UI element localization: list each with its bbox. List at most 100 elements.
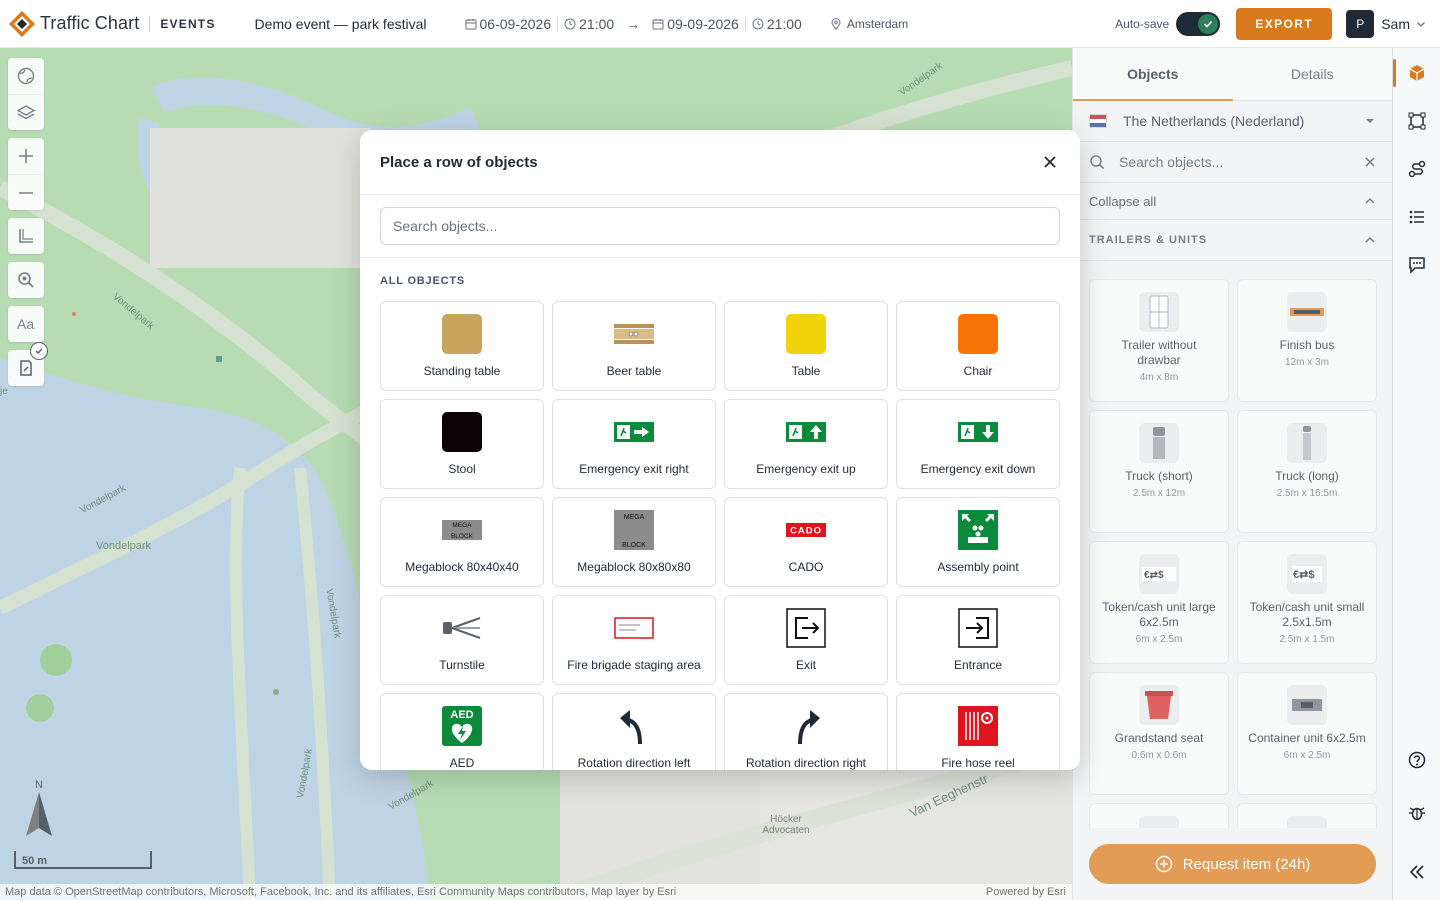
chair-icon [958,314,998,354]
object-label: Table [791,364,821,378]
aed-text: AED [450,709,473,721]
fire-brigade-staging-icon [614,608,654,648]
app-subtitle: EVENTS [160,16,216,31]
object-card[interactable]: MEGA BLOCK Megablock 80x80x80 [552,497,716,587]
object-card[interactable]: Emergency exit down [896,399,1060,489]
object-card[interactable]: Chair [896,301,1060,391]
object-card[interactable]: Turnstile [380,595,544,685]
clock-icon [752,18,764,29]
rail-objects-button[interactable] [1393,53,1440,93]
event-location[interactable]: Amsterdam [830,17,908,31]
rail-area-button[interactable] [1393,101,1440,141]
clock-icon [564,18,576,29]
emergency-exit-right-icon [614,412,654,452]
object-card[interactable]: Rotation direction left [552,693,716,770]
search-input[interactable] [380,207,1060,245]
section-label: ALL OBJECTS [380,275,465,287]
object-card[interactable]: MEGA BLOCK Megablock 80x40x40 [380,497,544,587]
location-pin-icon [831,17,841,30]
megablock-text: MEGA [624,514,645,521]
modal-search-section [360,195,1080,258]
app-logo[interactable]: Traffic Chart EVENTS [8,10,216,38]
object-card[interactable]: Fire hose reel [896,693,1060,770]
megablock-text: BLOCK [451,533,474,540]
object-card[interactable]: Exit [724,595,888,685]
top-bar: Traffic Chart EVENTS Demo event — park f… [0,0,1440,48]
autosave-label: Auto-save [1115,16,1170,31]
assembly-point-icon [958,510,998,550]
end-time-value: 21:00 [766,15,802,32]
table-icon [786,314,826,354]
object-card[interactable]: CADO CADO [724,497,888,587]
date-divider [744,16,746,31]
megablock-text: MEGA [452,522,472,529]
cube-icon [1409,65,1425,81]
aed-icon: AED [442,706,482,746]
object-grid: Standing table Beer table Table Chair St… [380,301,1060,770]
object-label: Rotation direction left [577,756,691,770]
object-label: Beer table [606,364,662,378]
object-card[interactable]: Standing table [380,301,544,391]
object-label: Emergency exit right [579,462,689,476]
object-label: Megablock 80x80x80 [577,560,691,574]
top-bar-actions: Auto-save EXPORT P Sam [1115,7,1426,40]
rail-bug-button[interactable] [1393,793,1440,833]
double-chevron-left-icon [1409,865,1424,879]
toggle-knob [1198,13,1219,34]
rail-route-button[interactable] [1393,149,1440,189]
object-label: CADO [788,560,824,574]
exit-icon [786,608,826,648]
object-card[interactable]: Emergency exit up [724,399,888,489]
object-label: Fire brigade staging area [567,658,701,672]
object-label: Turnstile [439,658,485,672]
user-name[interactable]: Sam [1381,16,1410,32]
object-card[interactable]: Beer table [552,301,716,391]
start-time[interactable]: 21:00 [564,16,614,32]
list-icon [1409,210,1424,224]
date-divider [557,16,559,31]
traffic-chart-logo-icon [9,10,35,37]
start-date-value: 06-09-2026 [479,15,552,32]
rotation-left-icon [614,706,654,746]
modal-title: Place a row of objects [380,153,538,171]
object-card[interactable]: AED AED [380,693,544,770]
rail-help-button[interactable] [1393,740,1440,780]
export-button[interactable]: EXPORT [1236,7,1333,40]
object-card[interactable]: Entrance [896,595,1060,685]
object-label: Entrance [953,658,1003,672]
fire-hose-reel-icon [958,706,998,746]
start-date[interactable]: 06-09-2026 [465,15,552,32]
rail-list-button[interactable] [1393,197,1440,237]
object-card[interactable]: Table [724,301,888,391]
polygon-icon [1408,112,1426,130]
cado-text: CADO [790,526,822,537]
modal-header: Place a row of objects [360,130,1080,195]
end-date[interactable]: 09-09-2026 [652,16,739,32]
object-label: Stool [448,462,476,476]
avatar[interactable]: P [1346,9,1375,38]
autosave-toggle[interactable] [1176,11,1221,36]
rotation-right-icon [786,706,826,746]
rail-collapse-button[interactable] [1393,852,1440,892]
object-card[interactable]: Fire brigade staging area [552,595,716,685]
comment-icon [1409,257,1425,274]
emergency-exit-up-icon [786,412,826,452]
chevron-down-icon[interactable] [1416,19,1426,29]
rail-comments-button[interactable] [1393,245,1440,285]
end-date-value: 09-09-2026 [667,15,739,32]
standing-table-icon [442,314,482,354]
object-card[interactable]: Assembly point [896,497,1060,587]
stool-icon [442,412,482,452]
end-time[interactable]: 21:00 [752,16,802,32]
close-button[interactable] [1040,152,1060,172]
app-name: Traffic Chart [40,13,140,33]
object-label: Exit [795,658,816,672]
object-label: Emergency exit up [756,462,856,476]
object-card[interactable]: Emergency exit right [552,399,716,489]
object-card[interactable]: Rotation direction right [724,693,888,770]
event-title[interactable]: Demo event — park festival [255,16,427,32]
event-date-range[interactable]: 06-09-2026 21:00 → 09-09-2026 21:00 [465,16,802,32]
location-value: Amsterdam [846,16,909,31]
calendar-icon [652,18,664,29]
object-card[interactable]: Stool [380,399,544,489]
